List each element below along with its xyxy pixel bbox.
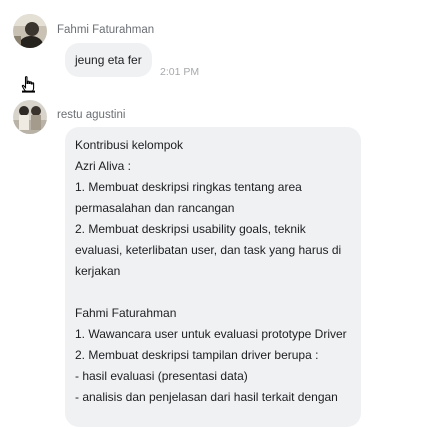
message-line: 2. Membuat deskripsi usability goals, te… [75, 222, 306, 236]
avatar-photo [13, 14, 47, 48]
message-line: Azri Aliva : [75, 159, 132, 173]
message-line: Kontribusi kelompok [75, 138, 184, 152]
avatar-fahmi[interactable] [13, 14, 47, 48]
message-bubble[interactable]: jeung eta fer [65, 43, 152, 77]
message-line: 2. Membuat deskripsi tampilan driver ber… [75, 348, 319, 362]
sender-name: restu agustini [57, 109, 126, 121]
message-line: evaluasi, keterlibatan user, dan task ya… [75, 243, 342, 257]
message-text: Kontribusi kelompok Azri Aliva : 1. Memb… [75, 135, 347, 408]
message-line: - hasil evaluasi (presentasi data) [75, 369, 248, 383]
message-timestamp: 2:01 PM [160, 66, 200, 78]
message-line: 1. Membuat deskripsi ringkas tentang are… [75, 180, 302, 194]
sender-name: Fahmi Faturahman [57, 24, 155, 36]
hand-pointer-icon [21, 76, 37, 98]
message-line [75, 282, 347, 303]
message-line: Fahmi Faturahman [75, 306, 177, 320]
message-line: 1. Wawancara user untuk evaluasi prototy… [75, 327, 347, 341]
message-bubble[interactable]: Kontribusi kelompok Azri Aliva : 1. Memb… [65, 127, 361, 427]
message-line: - analisis dan penjelasan dari hasil ter… [75, 390, 338, 404]
message-line: kerjakan [75, 264, 121, 278]
avatar-restu[interactable] [13, 100, 47, 134]
avatar-photo [13, 100, 47, 134]
message-text: jeung eta fer [75, 53, 142, 67]
message-line: permasalahan dan rancangan [75, 201, 235, 215]
